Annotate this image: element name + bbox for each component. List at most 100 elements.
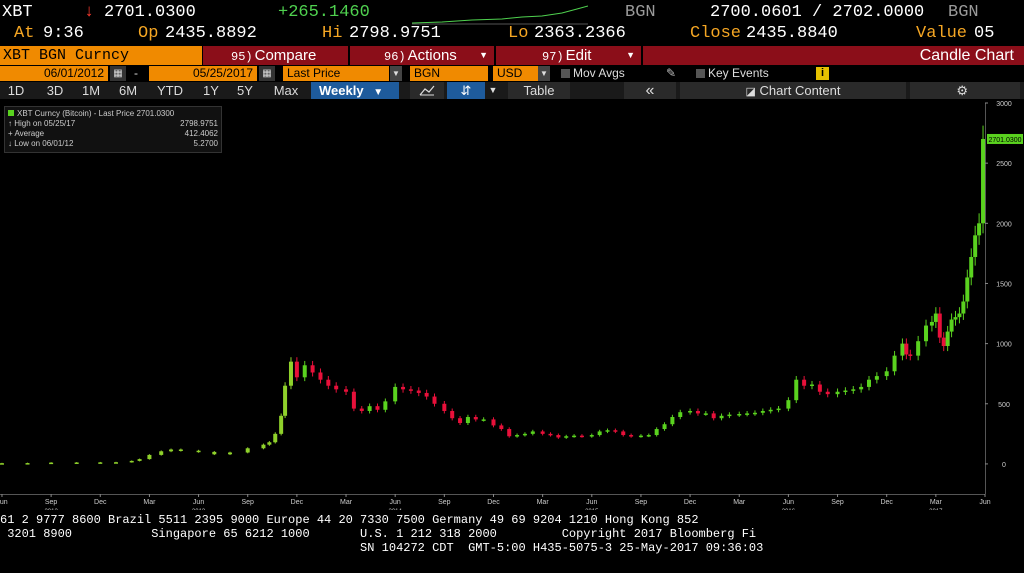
period-6m[interactable]: 6M [113,82,143,99]
low-value: 2363.2366 [534,24,626,43]
x-year-label: 2012 [44,509,58,510]
candle-body [945,331,950,347]
candle-body [825,391,830,395]
candle-body [817,384,822,392]
candle-body [458,418,463,424]
candle-body [957,313,962,318]
candle-body [450,410,455,419]
key-events-checkbox[interactable] [696,69,705,78]
candle-body [760,410,765,413]
edit-menu[interactable]: 97) Edit ▼ [495,46,641,65]
x-year-label: 2017 [929,509,943,510]
candle-body [129,460,134,463]
candle-body [113,462,118,464]
period-1y[interactable]: 1Y [196,82,226,99]
actions-menu[interactable]: 96) Actions ▼ [349,46,494,65]
candle-body [556,435,561,438]
mov-avgs-label: Mov Avgs [573,66,625,80]
last-price: 2701.0300 [104,3,196,22]
table-button[interactable]: Table [508,82,570,99]
x-tick-label: Mar [733,499,746,506]
candle-body [334,385,339,390]
value-label: Value [916,24,968,43]
high-label: Hi [322,24,343,43]
frequency-select[interactable]: Weekly ▼ [311,82,399,99]
end-date-field[interactable]: 05/25/2017 [149,66,257,81]
candle-body [273,433,278,443]
collapse-button[interactable]: « [624,82,676,99]
candle-body [752,412,757,415]
caret-down-icon: ▼ [479,50,488,60]
compare-button[interactable]: 95) Compare [203,46,348,65]
period-5y[interactable]: 5Y [230,82,260,99]
candle-body [638,435,643,438]
edit-label: Edit [565,47,592,64]
candle-body [953,317,958,320]
calendar-icon[interactable]: ▦ [110,66,126,81]
period-ytd[interactable]: YTD [152,82,188,99]
period-1m[interactable]: 1M [76,82,106,99]
candle-icon[interactable]: ⇵ [447,82,485,99]
candle-body [408,389,413,391]
chart-legend: XBT Curncy (Bitcoin) - Last Price 2701.0… [4,106,222,153]
price-chart[interactable]: 0 500 1000 1500 2000 2500 3000 2701.0300 Jun Sep… [0,99,1024,510]
field-select[interactable]: Last Price [283,66,389,81]
security-title[interactable]: XBT BGN Curncy [0,46,202,65]
candle-body [924,325,929,342]
period-3d[interactable]: 3D [40,82,70,99]
start-date-field[interactable]: 06/01/2012 [0,66,108,81]
frequency-label: Weekly [319,83,364,98]
candle-body [965,277,970,302]
date-dash: - [134,66,138,80]
info-icon[interactable]: i [816,67,829,80]
chevron-down-icon[interactable]: ▼ [390,66,402,81]
candle-body [589,435,594,437]
candle-body [892,355,897,372]
candle-body [711,413,716,419]
candle-body [288,361,293,386]
candle-body [613,430,618,432]
candle-body [245,448,250,453]
pencil-icon[interactable]: ✎ [666,66,676,81]
calendar-icon[interactable]: ▦ [259,66,275,81]
candle-body [326,379,331,386]
y-tick-label: 0 [1002,462,1006,469]
mov-avgs-checkbox[interactable] [561,69,570,78]
candle-body [522,433,527,436]
candle-body [843,390,848,393]
x-tick-label: Dec [291,499,304,506]
quote-time: 9:36 [43,24,84,43]
source-select[interactable]: BGN [410,66,488,81]
sparkline [412,5,588,25]
caret-down-icon: ▼ [626,50,635,60]
chart-content-icon: ◪ [745,86,756,98]
candle-body [969,256,974,278]
candle-body [941,337,946,347]
candle-body [597,431,602,436]
candle-body [981,138,986,224]
period-max[interactable]: Max [266,82,306,99]
candle-body [629,435,634,437]
line-chart-icon[interactable] [410,82,444,99]
legend-avg-value: 412.4062 [184,129,218,138]
candle-body [416,390,421,393]
candle-body [515,435,520,437]
candle-body [507,429,512,437]
currency-select[interactable]: USD [493,66,538,81]
caret-down-icon[interactable]: ▼ [486,82,500,99]
candle-body [499,425,504,430]
candle-body [267,442,272,445]
key-events-label: Key Events [708,66,769,80]
gear-icon[interactable]: ⚙ [910,82,1020,99]
close-label: Close [690,24,742,43]
legend-low-value: 5.2700 [193,139,218,148]
candle-body [424,392,429,397]
chevron-down-icon[interactable]: ▼ [538,66,550,81]
close-value: 2435.8840 [746,24,838,43]
candle-body [904,343,909,355]
x-tick-label: Sep [438,499,451,506]
period-1d[interactable]: 1D [4,82,28,99]
chart-content-button[interactable]: ◪ Chart Content [680,82,906,99]
x-tick-label: Mar [340,499,353,506]
actions-label: Actions [407,47,457,64]
